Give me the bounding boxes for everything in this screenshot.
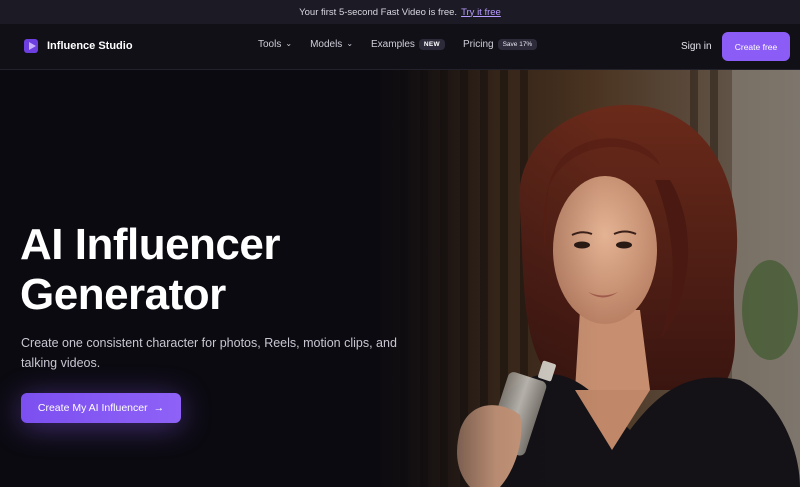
nav-pricing[interactable]: Pricing Save 17% [463,39,538,50]
create-my-ai-influencer-button[interactable]: Create My AI Influencer → [21,393,181,423]
nav-models[interactable]: Models ⌄ [310,39,353,50]
announcement-text: Your first 5-second Fast Video is free. [299,6,458,18]
main-menu: Tools ⌄ Models ⌄ Examples NEW Pricing Sa… [258,39,555,50]
hero-subtitle: Create one consistent character for phot… [21,336,397,370]
chevron-down-icon: ⌄ [346,39,354,48]
brand-logo[interactable]: Influence Studio [24,38,133,54]
save-badge: Save 17% [497,39,538,50]
chevron-down-icon: ⌄ [285,39,293,48]
nav-tools[interactable]: Tools ⌄ [258,39,292,50]
nav-models-label: Models [310,39,343,50]
hero-title-line-2: Generator [20,270,226,319]
try-it-free-link[interactable]: Try it free [461,7,501,18]
nav-pricing-label: Pricing [463,39,494,50]
hero-title: AI Influencer Generator [20,220,440,320]
cta-label: Create My AI Influencer [37,402,148,414]
nav-examples[interactable]: Examples NEW [371,39,445,50]
logo-play-icon [24,38,40,54]
hero-section: AI Influencer Generator Create one consi… [0,70,800,487]
arrow-right-icon: → [153,402,165,414]
top-navigation: Influence Studio Tools ⌄ Models ⌄ Exampl… [0,24,800,70]
create-free-button[interactable]: Create free [722,32,790,61]
new-badge: NEW [418,39,445,50]
hero-title-line-1: AI Influencer [20,220,281,269]
sign-in-link[interactable]: Sign in [681,41,712,52]
nav-examples-label: Examples [371,39,415,50]
nav-tools-label: Tools [258,39,282,50]
brand-name: Influence Studio [47,40,133,52]
announcement-bar: Your first 5-second Fast Video is free. … [0,0,800,24]
